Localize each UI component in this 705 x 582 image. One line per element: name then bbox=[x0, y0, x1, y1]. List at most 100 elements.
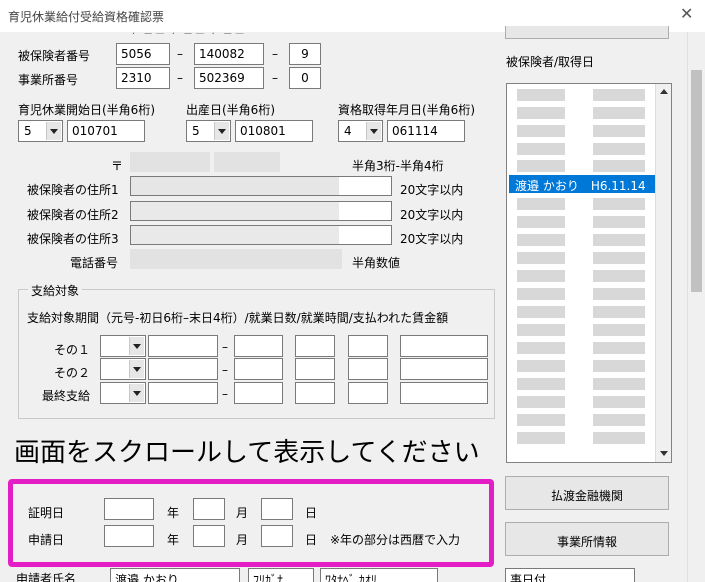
list-item[interactable] bbox=[509, 249, 655, 267]
window-scrollbar[interactable] bbox=[687, 32, 705, 582]
phone-hint: 半角数値 bbox=[352, 256, 401, 270]
list-item[interactable] bbox=[509, 157, 655, 175]
day-label: 日 bbox=[305, 533, 318, 547]
separator: – bbox=[177, 47, 183, 61]
phone-input[interactable] bbox=[130, 249, 342, 269]
apply-month-input[interactable] bbox=[193, 525, 225, 547]
scroll-instruction: 画面をスクロールして表示してください bbox=[14, 438, 480, 468]
list-item[interactable] bbox=[509, 231, 655, 249]
office-info-button[interactable]: 事業所情報 bbox=[505, 522, 669, 556]
payment-row3-end[interactable] bbox=[234, 382, 283, 404]
list-item[interactable] bbox=[509, 104, 655, 122]
list-item[interactable] bbox=[509, 267, 655, 285]
scroll-up-icon[interactable] bbox=[656, 84, 671, 100]
address3-hint: 20文字以内 bbox=[400, 232, 464, 246]
payment-row1-days[interactable] bbox=[295, 335, 335, 357]
payment-row3-wages[interactable] bbox=[400, 382, 488, 404]
payment-row2-end[interactable] bbox=[234, 358, 283, 380]
chevron-down-icon[interactable] bbox=[129, 337, 144, 355]
list-item[interactable] bbox=[509, 321, 655, 339]
chevron-down-icon[interactable] bbox=[366, 122, 381, 140]
acquired-date-input[interactable]: 061114 bbox=[387, 120, 465, 142]
highlight-frame bbox=[8, 479, 494, 567]
list-item[interactable] bbox=[509, 339, 655, 357]
acquired-era-select[interactable]: 4 bbox=[338, 120, 383, 142]
cert-day-input[interactable] bbox=[261, 498, 293, 520]
postal-code-part1[interactable] bbox=[130, 152, 210, 172]
furigana-input[interactable]: ﾜﾀﾅﾍﾞ ｶｵﾘ bbox=[320, 568, 438, 582]
postal-code-part2[interactable] bbox=[214, 152, 280, 172]
window-scrollbar-thumb[interactable] bbox=[691, 70, 702, 292]
payment-row1-wages[interactable] bbox=[400, 335, 488, 357]
payment-row2-start[interactable] bbox=[148, 358, 218, 380]
leave-start-label: 育児休業開始日(半角6桁) bbox=[18, 103, 155, 117]
insured-number-part1[interactable]: 5056 bbox=[116, 43, 170, 65]
cert-month-input[interactable] bbox=[193, 498, 225, 520]
payment-row1-end[interactable] bbox=[234, 335, 283, 357]
payment-row2-era-select[interactable] bbox=[100, 358, 146, 380]
list-item[interactable] bbox=[509, 122, 655, 140]
payment-row2-label: その２ bbox=[54, 366, 91, 380]
address3-input[interactable] bbox=[130, 225, 392, 245]
payment-row1-label: その１ bbox=[54, 343, 91, 357]
list-item[interactable] bbox=[509, 86, 655, 104]
payment-row3-days[interactable] bbox=[295, 382, 335, 404]
list-item[interactable] bbox=[509, 140, 655, 158]
apply-date-label: 申請日 bbox=[28, 533, 65, 547]
payment-row3-hours[interactable] bbox=[348, 382, 388, 404]
payment-row1-era-select[interactable] bbox=[100, 335, 146, 357]
payment-row3-era-select[interactable] bbox=[100, 382, 146, 404]
chevron-down-icon[interactable] bbox=[129, 384, 144, 402]
office-number-part3[interactable]: 0 bbox=[289, 67, 321, 89]
bottom-right-field[interactable]: 事日付 bbox=[505, 568, 635, 582]
list-item[interactable] bbox=[509, 429, 655, 447]
chevron-down-icon[interactable] bbox=[129, 360, 144, 378]
scrolled-header: 年月日 年月日 年月日 bbox=[130, 30, 246, 34]
leave-start-era-select[interactable]: 5 bbox=[18, 120, 63, 142]
leave-start-date-input[interactable]: 010701 bbox=[67, 120, 145, 142]
office-number-part1[interactable]: 2310 bbox=[116, 67, 170, 89]
applicant-name-input[interactable]: 渡邉 かおり bbox=[110, 568, 240, 582]
payment-row3-start[interactable] bbox=[148, 382, 218, 404]
office-number-part2[interactable]: 502369 bbox=[194, 67, 264, 89]
list-item[interactable] bbox=[509, 357, 655, 375]
list-item[interactable] bbox=[509, 285, 655, 303]
insured-number-label: 被保険者番号 bbox=[18, 49, 91, 63]
payment-row1-start[interactable] bbox=[148, 335, 218, 357]
chevron-down-icon[interactable] bbox=[46, 122, 61, 140]
list-item[interactable] bbox=[509, 213, 655, 231]
list-item[interactable] bbox=[509, 375, 655, 393]
close-icon[interactable]: ✕ bbox=[680, 6, 693, 22]
payment-row1-hours[interactable] bbox=[348, 335, 388, 357]
list-item[interactable] bbox=[509, 393, 655, 411]
window-title: 育児休業給付受給資格確認票 bbox=[8, 10, 165, 24]
birth-era-select[interactable]: 5 bbox=[186, 120, 231, 142]
list-item[interactable] bbox=[509, 303, 655, 321]
apply-day-input[interactable] bbox=[261, 525, 293, 547]
scroll-down-icon[interactable] bbox=[656, 446, 671, 462]
insured-number-part3[interactable]: 9 bbox=[289, 43, 321, 65]
list-scrollbar[interactable] bbox=[655, 84, 671, 462]
birth-date-input[interactable]: 010801 bbox=[235, 120, 313, 142]
furigana-label-field[interactable]: ﾌﾘｶﾞﾅ bbox=[248, 568, 314, 582]
apply-year-input[interactable] bbox=[104, 525, 154, 547]
payment-row2-days[interactable] bbox=[295, 358, 335, 380]
leave-start-era-value: 5 bbox=[24, 124, 32, 138]
list-item[interactable] bbox=[509, 411, 655, 429]
month-label: 月 bbox=[236, 506, 249, 520]
list-item-selected[interactable]: 渡邉 かおり H6.11.14 bbox=[509, 175, 655, 193]
payment-row2-hours[interactable] bbox=[348, 358, 388, 380]
insured-listbox[interactable]: 渡邉 かおり H6.11.14 bbox=[506, 83, 672, 463]
address2-label: 被保険者の住所2 bbox=[27, 208, 119, 222]
address2-hint: 20文字以内 bbox=[400, 208, 464, 222]
bank-button[interactable]: 払渡金融機関 bbox=[505, 476, 669, 510]
address2-input[interactable] bbox=[130, 201, 392, 221]
payment-row2-wages[interactable] bbox=[400, 358, 488, 380]
applicant-label: 申請者氏名 bbox=[16, 572, 77, 582]
scrolled-button[interactable] bbox=[505, 26, 669, 39]
insured-number-part2[interactable]: 140082 bbox=[194, 43, 264, 65]
list-item[interactable] bbox=[509, 195, 655, 213]
cert-year-input[interactable] bbox=[104, 498, 154, 520]
chevron-down-icon[interactable] bbox=[214, 122, 229, 140]
address1-input[interactable] bbox=[130, 176, 392, 196]
